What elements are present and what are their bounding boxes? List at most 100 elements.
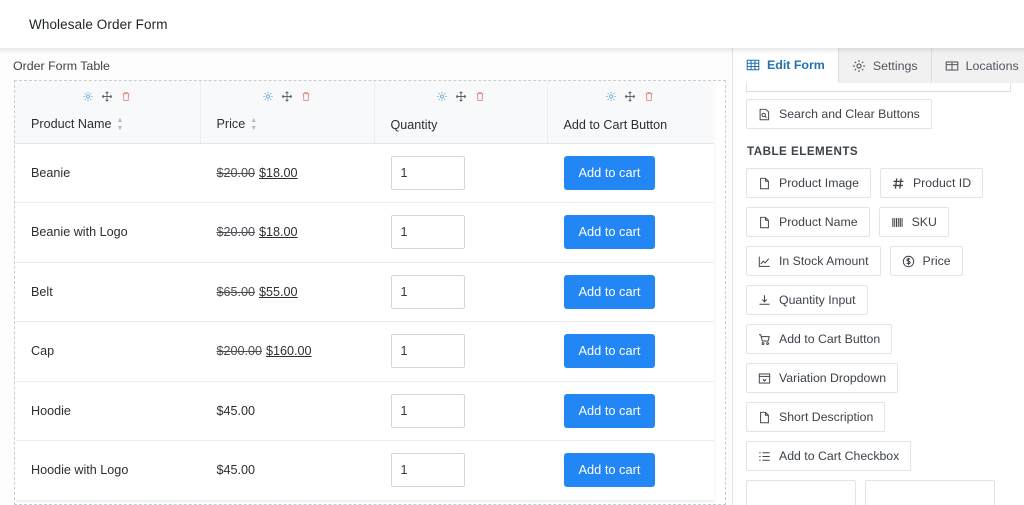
move-icon[interactable] — [455, 89, 466, 102]
editor-sidebar: Edit Form Settings Locations Search and … — [732, 48, 1024, 505]
document-icon — [758, 411, 771, 424]
add-to-cart-button[interactable]: Add to cart — [563, 274, 656, 309]
quantity-input[interactable] — [390, 393, 465, 428]
gear-icon — [852, 59, 866, 73]
cell-add-to-cart: Add to cart — [547, 202, 713, 263]
cell-price: $200.00 $160.00 — [200, 321, 374, 382]
quantity-input[interactable] — [390, 215, 465, 250]
sort-icon[interactable]: ▲ ▼ — [117, 117, 124, 132]
cell-add-to-cart: Add to cart — [547, 440, 713, 501]
element-sku[interactable]: SKU — [878, 207, 949, 237]
table-body: Beanie$20.00$18.00Add to cartBeanie with… — [15, 143, 713, 501]
element-add-to-cart-button[interactable]: Add to Cart Button — [746, 324, 893, 354]
cell-product-name: Hoodie — [15, 381, 200, 441]
element-label: Product ID — [912, 176, 972, 190]
tab-locations[interactable]: Locations — [931, 48, 1024, 83]
element-short-description[interactable]: Short Description — [746, 402, 886, 432]
gear-icon[interactable] — [83, 89, 94, 102]
cell-price: $45.00 — [200, 381, 374, 441]
cell-price: $20.00 $18.00 — [200, 202, 374, 263]
download-input-icon — [758, 294, 771, 307]
element-button-row-partial — [746, 480, 1011, 505]
column-tools-quantity — [436, 89, 485, 102]
element-label: In Stock Amount — [779, 254, 869, 268]
quantity-input[interactable] — [390, 155, 465, 190]
cell-price: $20.00 $18.00 — [200, 143, 374, 203]
trash-icon[interactable] — [301, 89, 312, 102]
table-head: Product Name ▲ ▼ Price ▲ ▼ Quantity Add … — [15, 81, 713, 144]
column-header-price[interactable]: Price ▲ ▼ — [200, 81, 375, 144]
sort-icon[interactable]: ▲ ▼ — [250, 117, 257, 132]
price-current: $45.00 — [216, 463, 256, 478]
quantity-input[interactable] — [390, 274, 465, 309]
page-title: Wholesale Order Form — [29, 16, 168, 32]
trash-icon[interactable] — [121, 89, 132, 102]
cell-quantity — [374, 143, 547, 203]
search-clear-row: Search and Clear Buttons — [746, 99, 1011, 129]
document-icon — [758, 177, 771, 190]
add-to-cart-button[interactable]: Add to cart — [563, 334, 656, 369]
edit-form-panel: Search and Clear Buttons TABLE ELEMENTS … — [733, 83, 1024, 505]
document-icon — [758, 216, 771, 229]
cell-quantity — [374, 262, 547, 322]
sidebar-tabs: Edit Form Settings Locations — [733, 48, 1024, 83]
tab-label: Edit Form — [767, 58, 825, 72]
column-header-product-name[interactable]: Product Name ▲ ▼ — [15, 81, 201, 144]
cell-quantity — [374, 381, 547, 441]
element-add-to-cart-checkbox[interactable]: Add to Cart Checkbox — [746, 441, 912, 471]
move-icon[interactable] — [281, 89, 293, 102]
column-label: Add to Cart Button — [563, 117, 668, 132]
element-price[interactable]: Price — [889, 246, 963, 276]
column-label: Quantity — [390, 117, 438, 132]
column-label: Product Name — [31, 117, 112, 131]
table-row: Hoodie $45.00 Add to cart — [15, 381, 713, 441]
form-canvas: Order Form Table Product Name ▲ ▼ Price … — [0, 48, 732, 505]
element-label: Quantity Input — [779, 293, 856, 307]
table-grid-icon — [746, 58, 760, 72]
element-quantity-input[interactable]: Quantity Input — [746, 285, 868, 315]
order-form-table-container: Product Name ▲ ▼ Price ▲ ▼ Quantity Add … — [14, 80, 726, 505]
move-icon[interactable] — [625, 89, 636, 102]
table-header-row: Product Name ▲ ▼ Price ▲ ▼ Quantity Add … — [15, 81, 713, 144]
add-to-cart-button[interactable]: Add to cart — [563, 393, 656, 428]
element-button-row: Variation Dropdown — [746, 363, 1011, 393]
column-tools-product-name — [83, 89, 132, 102]
element-in-stock-amount[interactable]: In Stock Amount — [746, 246, 881, 276]
column-header-add-to-cart[interactable]: Add to Cart Button — [547, 81, 713, 144]
tab-edit-form[interactable]: Edit Form — [733, 48, 839, 83]
add-to-cart-button[interactable]: Add to cart — [563, 215, 656, 250]
element-partial-right[interactable] — [865, 480, 995, 505]
element-partial-left[interactable] — [746, 480, 856, 505]
trash-icon[interactable] — [474, 89, 485, 102]
move-icon[interactable] — [102, 89, 113, 102]
price-current: $45.00 — [216, 403, 256, 418]
gear-icon[interactable] — [263, 89, 274, 102]
element-button-row: Product Name SKU — [746, 207, 1011, 237]
cell-product-name: Beanie with Logo — [15, 202, 200, 263]
element-product-name[interactable]: Product Name — [746, 207, 870, 237]
table-row: Beanie with Logo$20.00$18.00 Add to cart — [15, 202, 713, 263]
column-header-quantity[interactable]: Quantity — [374, 81, 548, 144]
gear-icon[interactable] — [436, 89, 447, 102]
element-search-and-clear-buttons[interactable]: Search and Clear Buttons — [746, 99, 932, 129]
element-label: Add to Cart Checkbox — [779, 449, 900, 463]
quantity-input[interactable] — [390, 334, 465, 369]
quantity-input[interactable] — [390, 453, 465, 488]
table-row: Hoodie with Logo $45.00 Add to cart — [15, 440, 713, 501]
cell-quantity — [374, 440, 547, 501]
add-to-cart-button[interactable]: Add to cart — [563, 453, 656, 488]
element-button-row: Quantity Input — [746, 285, 1011, 315]
element-product-image[interactable]: Product Image — [746, 168, 871, 198]
cell-quantity — [374, 202, 547, 263]
trash-icon[interactable] — [644, 89, 655, 102]
gear-icon[interactable] — [606, 89, 617, 102]
list-icon — [758, 450, 771, 463]
tab-settings[interactable]: Settings — [838, 48, 932, 83]
element-button-row: Product Image Product ID — [746, 168, 1011, 198]
cell-add-to-cart: Add to cart — [547, 262, 713, 322]
element-variation-dropdown[interactable]: Variation Dropdown — [746, 363, 899, 393]
element-product-id[interactable]: Product ID — [879, 168, 984, 198]
table-elements-list: Product Image Product ID Product Name SKU In… — [746, 168, 1011, 505]
element-label: Variation Dropdown — [779, 371, 887, 385]
add-to-cart-button[interactable]: Add to cart — [563, 155, 656, 190]
